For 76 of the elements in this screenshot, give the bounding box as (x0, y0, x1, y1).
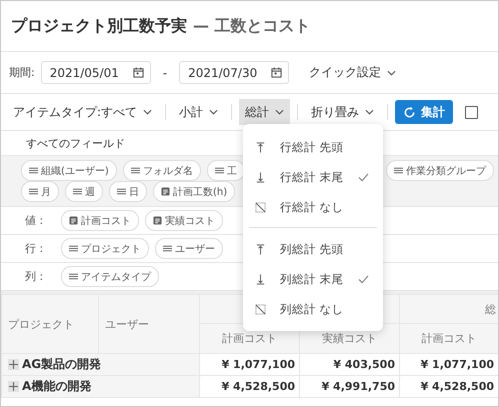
table-cell: ¥ 4,528,500 (200, 376, 300, 398)
field-chip[interactable]: 計画工数(h) (153, 181, 236, 202)
menu-item[interactable]: 行総計 なし (243, 192, 383, 222)
menu-item[interactable]: 行総計 末尾 (243, 162, 383, 192)
document-icon (161, 187, 170, 196)
none-icon (255, 304, 266, 314)
table-cell: ¥ 4,991,750 (300, 376, 400, 398)
lines-icon (69, 244, 78, 253)
row-header: A機能の開発 (22, 378, 92, 395)
align-top-icon (255, 244, 266, 254)
checkbox[interactable] (465, 106, 478, 118)
column-header: ユーザー (98, 294, 200, 354)
page-title: プロジェクト別工数予実 (11, 16, 187, 36)
page-subtitle: — 工数とコスト (193, 16, 311, 36)
zone-label: 列 : (25, 269, 44, 284)
toolbar-dropdown[interactable]: 小計 (173, 99, 224, 125)
caret-icon (143, 109, 152, 115)
caret-icon (365, 109, 374, 115)
lines-icon (117, 187, 126, 196)
field-chip[interactable]: 実績コスト (145, 210, 223, 231)
group-header: 総 (485, 302, 496, 316)
menu-item[interactable]: 列総計 先頭 (243, 234, 383, 264)
expand-icon[interactable] (8, 359, 19, 370)
start-date-field[interactable]: 2021/05/01 (40, 61, 151, 84)
caret-icon (387, 70, 396, 76)
column-header: 計画コスト (400, 324, 498, 354)
zone-label: 行 : (25, 241, 44, 256)
align-top-icon (255, 142, 266, 152)
field-chip[interactable]: 組織(ユーザー) (21, 160, 117, 181)
fields-heading: すべてのフィールド (26, 136, 125, 150)
aggregate-button[interactable]: 集計 (395, 100, 454, 124)
refresh-icon (403, 106, 416, 118)
align-bottom-icon (255, 172, 266, 182)
toolbar-dropdown[interactable]: アイテムタイプ:すべて (7, 99, 158, 125)
table-cell: ¥ 1,077,100 (200, 354, 300, 376)
field-chip[interactable]: 計画コスト (61, 210, 139, 231)
calendar-icon (132, 67, 144, 78)
lines-icon (69, 272, 78, 281)
field-chip[interactable]: アイテムタイプ (61, 266, 159, 287)
quick-settings-dropdown[interactable]: クイック設定 (303, 58, 402, 86)
zone-label: 値 : (25, 213, 44, 228)
field-chip[interactable]: フォルダ名 (122, 160, 201, 181)
align-bottom-icon (255, 274, 266, 284)
menu-item[interactable]: 列総計 末尾 (243, 264, 383, 294)
field-chip[interactable]: 日 (109, 181, 147, 202)
field-chip[interactable]: プロジェクト (61, 238, 149, 259)
expand-icon[interactable] (8, 381, 19, 392)
end-date-field[interactable]: 2021/07/30 (179, 61, 290, 84)
document-icon (153, 216, 162, 225)
lines-icon (130, 166, 140, 175)
table-cell: ¥ 403,500 (300, 354, 400, 376)
lines-icon (163, 244, 172, 253)
row-header: AG製品の開発 (22, 356, 102, 373)
field-chip[interactable]: 週 (65, 181, 103, 202)
lines-icon (29, 187, 38, 196)
lines-icon (29, 166, 38, 175)
menu-item[interactable]: 行総計 先頭 (243, 132, 383, 162)
field-chip[interactable]: 月 (21, 181, 59, 202)
period-label: 期間: (9, 65, 35, 80)
document-icon (69, 216, 78, 225)
range-separator: - (162, 66, 168, 80)
field-chip[interactable]: 工 (206, 160, 245, 181)
lines-icon (394, 166, 403, 175)
column-header: プロジェクト (2, 294, 98, 354)
calendar-icon (271, 67, 282, 78)
none-icon (255, 202, 266, 212)
caret-icon (209, 109, 218, 115)
table-cell: ¥ 1,077,100 (400, 354, 498, 376)
caret-icon (275, 109, 284, 115)
toolbar-dropdown[interactable]: 総計 (239, 99, 290, 125)
lines-icon (214, 166, 224, 175)
toolbar-dropdown[interactable]: 折り畳み (305, 99, 380, 125)
field-chip[interactable]: 作業分類グループ (386, 160, 494, 181)
lines-icon (73, 187, 82, 196)
field-chip[interactable]: ユーザー (155, 238, 223, 259)
table-cell: ¥ 4,528,500 (400, 376, 498, 398)
